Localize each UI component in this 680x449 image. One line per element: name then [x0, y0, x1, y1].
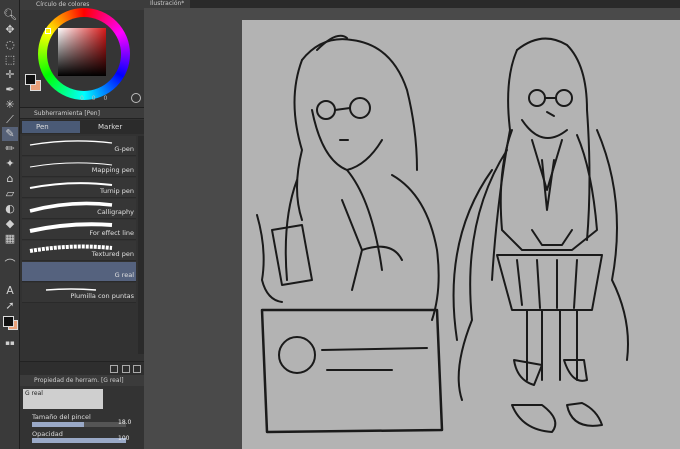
brush-mapping-pen[interactable]: Mapping pen [22, 157, 136, 177]
pen-tool-icon[interactable]: ✎ [2, 127, 18, 141]
brush-name: G real [114, 271, 134, 279]
preset-name-box: G real [23, 389, 103, 409]
opacity-value[interactable]: 100 [118, 435, 129, 442]
subtool-tabs: Pen Marker [20, 120, 144, 134]
color-wheel-panel: Círculo de colores 0 0 0 [20, 0, 144, 108]
brush-list: G-pen Mapping pen Turnip pen Calligraphy… [22, 136, 136, 354]
eyedropper-icon[interactable]: ✒ [2, 83, 18, 97]
brush-size-label: Tamaño del pincel [32, 413, 91, 421]
subtool-panel: Subherramienta [Pen] Pen Marker G-pen Ma… [20, 108, 144, 375]
delete-subtool-icon[interactable] [133, 365, 141, 373]
figure-icon[interactable]: ⌒ [2, 258, 18, 272]
brush-name: Turnip pen [99, 187, 134, 195]
brush-g-real[interactable]: G real [22, 262, 136, 282]
brush-name: Calligraphy [97, 208, 134, 216]
document-tab[interactable]: Ilustración* [144, 0, 191, 8]
brush-name: Textured pen [91, 250, 134, 258]
hue-marker[interactable] [45, 28, 51, 34]
green-value: 0 [91, 95, 96, 102]
panel-fg-color[interactable] [25, 74, 36, 85]
brush-name: Plumilla con puntas [70, 292, 134, 300]
color-value-row: 0 0 0 [80, 95, 113, 102]
pencil-icon[interactable]: ✏ [2, 142, 18, 156]
stroke-preview-icon [29, 140, 113, 146]
new-subtool-icon[interactable] [122, 365, 130, 373]
drawing-canvas[interactable] [242, 20, 680, 449]
tool-property-title: Propiedad de herram. [G real] [20, 375, 144, 386]
brush-plumilla[interactable]: Plumilla con puntas [22, 283, 136, 303]
zoom-icon[interactable]: 🔍︎ [2, 8, 18, 22]
brush-g-pen[interactable]: G-pen [22, 136, 136, 156]
lasso-icon[interactable]: ◌ [2, 38, 18, 52]
canvas-workspace [144, 8, 680, 449]
brush-name: For effect line [89, 229, 134, 237]
fill-icon[interactable]: ◆ [2, 217, 18, 231]
brush-icon[interactable]: ⟋ [2, 113, 18, 127]
brush-size-slider[interactable] [32, 422, 126, 427]
color-mode-icon[interactable]: ▪▪ [2, 336, 18, 350]
copy-subtool-icon[interactable] [110, 365, 118, 373]
sketch-artwork [256, 34, 629, 434]
foreground-color-swatch[interactable] [3, 316, 14, 327]
brush-calligraphy[interactable]: Calligraphy [22, 199, 136, 219]
tool-property-panel: Propiedad de herram. [G real] G real Tam… [20, 375, 144, 449]
tab-marker[interactable]: Marker [84, 121, 142, 133]
gradient-icon[interactable]: ▦ [2, 232, 18, 246]
blend-icon[interactable]: ◐ [2, 202, 18, 216]
brush-name: G-pen [114, 145, 134, 153]
red-value: 0 [80, 95, 84, 102]
color-settings-icon[interactable] [131, 93, 141, 103]
move-icon[interactable]: ✥ [2, 23, 18, 37]
eraser-icon[interactable]: ▱ [2, 187, 18, 201]
decoration-icon[interactable]: ⌂ [2, 172, 18, 186]
brush-name: Mapping pen [91, 166, 134, 174]
opacity-label: Opacidad [32, 430, 63, 438]
blue-value: 0 [103, 95, 108, 102]
brush-effect-line[interactable]: For effect line [22, 220, 136, 240]
subtool-footer [20, 361, 144, 375]
opacity-slider[interactable] [32, 438, 126, 443]
operation-icon[interactable]: ➚ [2, 299, 18, 313]
brush-turnip-pen[interactable]: Turnip pen [22, 178, 136, 198]
document-tab-bar: Ilustración* [144, 0, 680, 8]
clip-studio-window: 🔍︎ ✥ ◌ ⬚ ✛ ✒ ✳ ⟋ ✎ ✏ ✦ ⌂ ▱ ◐ ◆ ▦ ⌒ A ➚ ▪… [0, 0, 680, 449]
tool-strip: 🔍︎ ✥ ◌ ⬚ ✛ ✒ ✳ ⟋ ✎ ✏ ✦ ⌂ ▱ ◐ ◆ ▦ ⌒ A ➚ ▪… [0, 0, 20, 449]
magic-wand-icon[interactable]: ✳ [2, 98, 18, 112]
text-icon[interactable]: A [2, 284, 18, 298]
transform-icon[interactable]: ✛ [2, 68, 18, 82]
tab-pen[interactable]: Pen [22, 121, 80, 133]
subtool-title: Subherramienta [Pen] [20, 108, 144, 119]
saturation-value-square[interactable] [58, 28, 106, 76]
brush-textured-pen[interactable]: Textured pen [22, 241, 136, 261]
brush-size-value[interactable]: 18.0 [118, 419, 131, 426]
select-icon[interactable]: ⬚ [2, 53, 18, 67]
airbrush-icon[interactable]: ✦ [2, 157, 18, 171]
